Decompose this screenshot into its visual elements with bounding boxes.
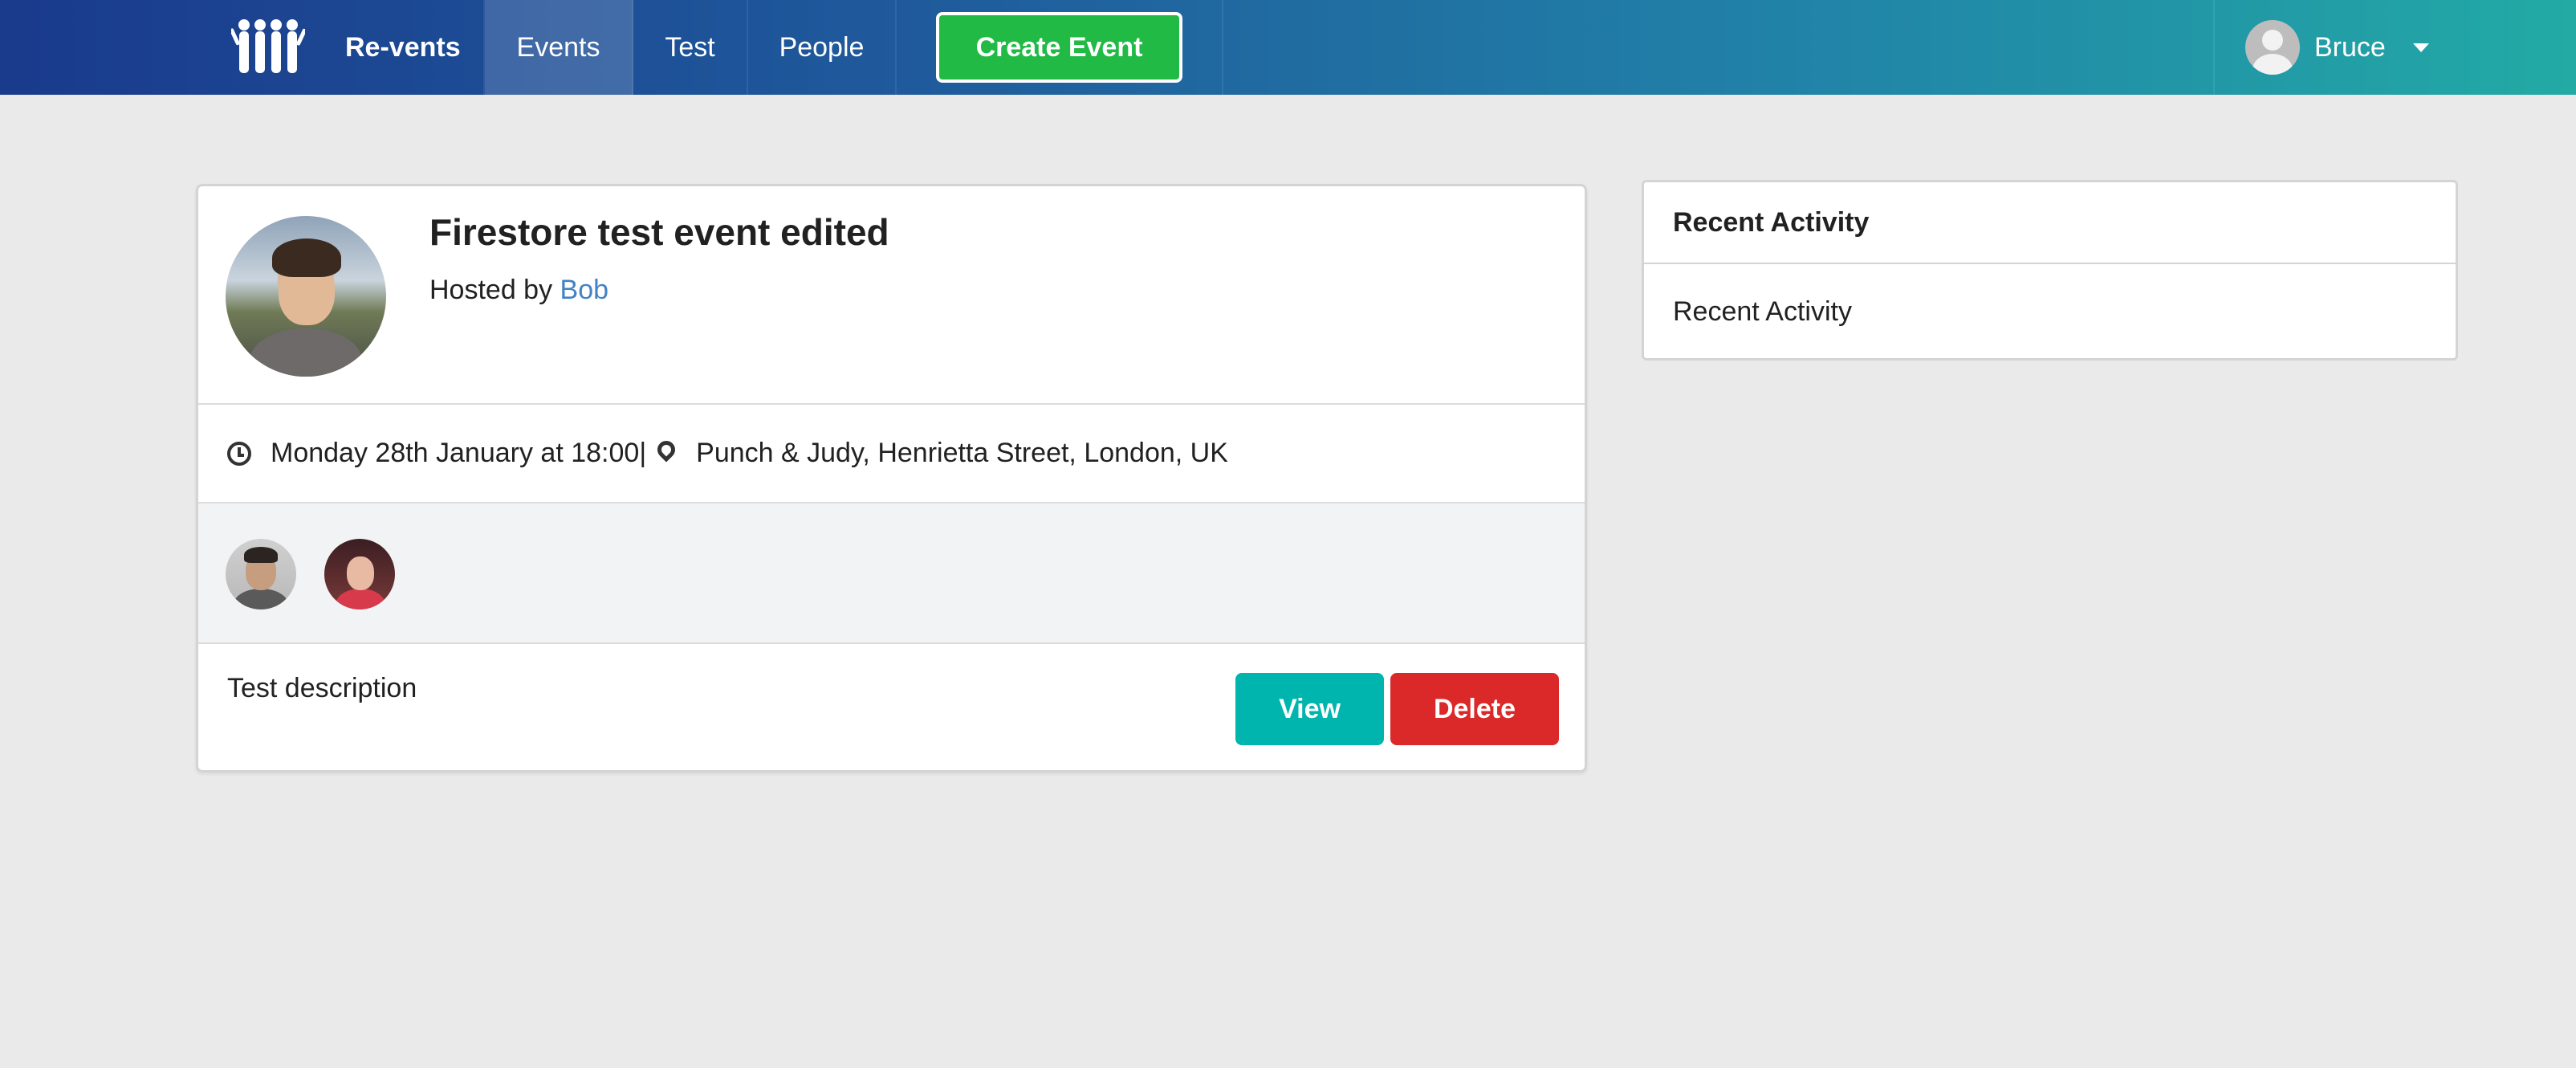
logo-people-icon [231,19,305,73]
clock-icon [227,441,251,466]
create-event-wrapper: Create Event [897,0,1223,95]
event-footer: Test description View Delete [198,644,1585,770]
map-marker-icon [653,436,679,467]
view-button[interactable]: View [1235,673,1384,745]
attendee-avatar[interactable] [324,539,395,609]
nav-item-label: People [779,31,865,63]
nav-item-test[interactable]: Test [633,0,748,95]
nav-item-people[interactable]: People [748,0,897,95]
create-event-button[interactable]: Create Event [936,12,1182,83]
attendee-list [198,503,1585,644]
event-datetime: Monday 28th January at 18:00| [271,438,647,468]
event-description: Test description [227,673,417,703]
top-navbar: Re-vents Events Test People Create Event… [0,0,2576,95]
user-avatar-icon [2245,20,2300,75]
brand-link[interactable]: Re-vents [217,0,485,95]
hosted-by-prefix: Hosted by [429,275,553,305]
delete-button[interactable]: Delete [1390,673,1559,745]
nav-item-label: Test [665,31,715,63]
caret-down-icon[interactable] [2412,43,2429,52]
event-header: Firestore test event edited Hosted by Bo… [198,186,1585,405]
user-menu[interactable]: Bruce [2213,0,2430,95]
event-title[interactable]: Firestore test event edited [429,210,889,254]
user-name: Bruce [2314,31,2386,63]
host-link[interactable]: Bob [560,275,609,305]
recent-activity-panel: Recent Activity Recent Activity [1642,180,2458,361]
event-venue: Punch & Judy, Henrietta Street, London, … [696,438,1228,468]
hosted-by: Hosted by Bob [429,275,608,306]
nav-item-label: Events [516,31,600,63]
recent-activity-content: Recent Activity [1673,296,1852,327]
event-details: Monday 28th January at 18:00| Punch & Ju… [198,405,1585,503]
nav-item-events[interactable]: Events [485,0,633,95]
attendee-avatar[interactable] [226,539,296,609]
host-avatar [226,216,386,377]
recent-activity-header: Recent Activity [1644,182,2456,264]
brand-label: Re-vents [345,31,461,63]
event-list-item: Firestore test event edited Hosted by Bo… [196,184,1587,772]
